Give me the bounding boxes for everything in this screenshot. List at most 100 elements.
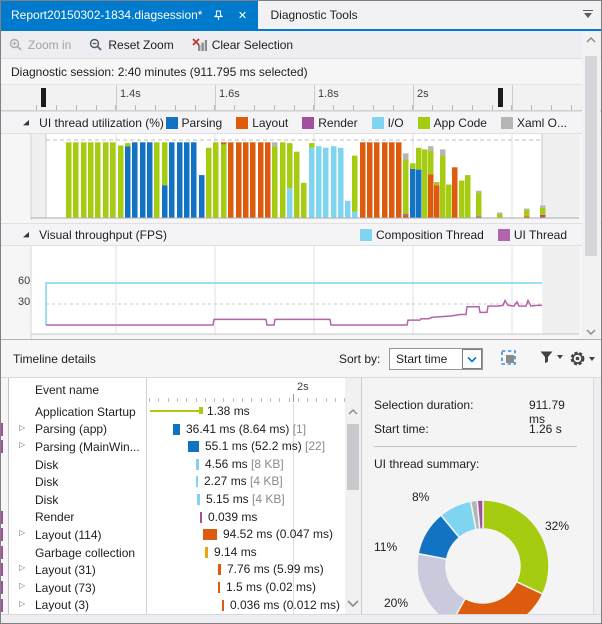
row-marker: [0, 423, 3, 436]
ui-thread-utilization-chart[interactable]: [1, 134, 602, 220]
reset-zoom-button[interactable]: Reset Zoom: [89, 38, 173, 52]
donut-slice-app-code[interactable]: [483, 500, 549, 594]
ruler-tick-label: 2s: [417, 88, 429, 100]
duration-extra: [4 KB]: [252, 492, 285, 506]
sort-by-combobox[interactable]: Start time: [389, 348, 483, 370]
event-row[interactable]: ▷Layout (73): [9, 579, 146, 597]
duration-row[interactable]: 36.41 ms (8.64 ms) [1]: [147, 421, 345, 439]
ruler-major-tick: [116, 85, 117, 110]
legend-chip: [418, 117, 430, 129]
filter-icon: [539, 350, 554, 364]
legend-label: Composition Thread: [376, 228, 484, 242]
clear-selection-icon: [192, 38, 207, 52]
fps-chart[interactable]: [1, 246, 602, 339]
window-list-dropdown-icon[interactable]: [583, 10, 593, 20]
duration-row[interactable]: 9.14 ms: [147, 544, 345, 562]
pin-icon[interactable]: [210, 7, 226, 23]
duration-row[interactable]: 55.1 ms (52.2 ms) [22]: [147, 438, 345, 456]
expander-icon[interactable]: ▷: [19, 581, 25, 590]
legend-item: Composition Thread: [360, 228, 484, 242]
duration-row[interactable]: 1.38 ms: [147, 403, 345, 421]
legend-chip: [360, 229, 372, 241]
row-marker: [0, 546, 3, 559]
expander-icon[interactable]: ▷: [19, 563, 25, 572]
duration-row[interactable]: 0.036 ms (0.012 ms): [147, 597, 345, 615]
event-row[interactable]: Application Startup: [9, 403, 146, 421]
event-name-label: Disk: [9, 458, 58, 472]
event-row[interactable]: Disk: [9, 456, 146, 474]
expander-icon[interactable]: ▷: [19, 528, 25, 537]
horizontal-scrollbar-track[interactable]: [1, 614, 601, 624]
ruler-minor-tick: [254, 105, 255, 110]
duration-row[interactable]: 1.5 ms (0.02 ms): [147, 579, 345, 597]
legend-item: Render: [302, 116, 357, 130]
scroll-up-icon[interactable]: [582, 32, 600, 48]
settings-button[interactable]: [569, 350, 595, 367]
scroll-down-icon[interactable]: [582, 324, 600, 340]
expander-icon[interactable]: ▷: [19, 599, 25, 608]
duration-row[interactable]: 0.039 ms: [147, 509, 345, 527]
selection-handle[interactable]: [41, 88, 46, 107]
event-row[interactable]: ▷Layout (31): [9, 561, 146, 579]
selection-handle[interactable]: [498, 88, 503, 107]
collapse-triangle-icon[interactable]: ◢: [23, 118, 29, 126]
expander-icon[interactable]: ▷: [19, 423, 25, 432]
legend-item: I/O: [372, 116, 404, 130]
legend-chip: [498, 229, 510, 241]
combo-dropdown-button[interactable]: [462, 349, 482, 369]
expand-view-button[interactable]: [501, 350, 518, 366]
close-icon[interactable]: ✕: [234, 7, 250, 23]
scroll-up-icon[interactable]: [345, 404, 361, 420]
ruler-tick-label: 1.6s: [219, 88, 240, 100]
event-row[interactable]: Garbage collection: [9, 544, 146, 562]
duration-row[interactable]: 94.52 ms (0.047 ms): [147, 526, 345, 544]
filter-dropdown-caret: [557, 355, 563, 359]
ruler-minor-tick: [155, 105, 156, 110]
row-marker: [0, 563, 3, 576]
legend-label: App Code: [434, 116, 487, 130]
expander-icon[interactable]: ▷: [19, 440, 25, 449]
duration-main: 2.27 ms: [204, 474, 247, 488]
event-row[interactable]: Disk: [9, 473, 146, 491]
scrollbar-thumb[interactable]: [585, 56, 597, 256]
ui-thread-title: UI thread utilization (%): [39, 116, 164, 130]
duration-row[interactable]: 5.15 ms [4 KB]: [147, 491, 345, 509]
scrollbar-thumb[interactable]: [347, 424, 359, 490]
details-vertical-scrollbar[interactable]: [345, 378, 361, 614]
row-marker: [0, 440, 3, 453]
ruler-minor-tick: [274, 105, 275, 110]
donut-slice-other[interactable]: [417, 554, 465, 614]
details-left-gutter: [1, 378, 9, 614]
donut-percent-label: 32%: [545, 519, 569, 533]
event-row[interactable]: Render: [9, 509, 146, 527]
ruler-minor-tick: [135, 105, 136, 110]
ruler-minor-tick: [234, 105, 235, 110]
filter-button[interactable]: [539, 350, 563, 364]
event-row[interactable]: ▷Layout (3): [9, 597, 146, 615]
charts-vertical-scrollbar[interactable]: [582, 32, 600, 340]
collapse-triangle-icon[interactable]: ◢: [23, 230, 29, 238]
duration-bar: [222, 600, 224, 611]
event-row[interactable]: ▷Parsing (app): [9, 421, 146, 439]
scroll-down-icon[interactable]: [345, 596, 361, 612]
duration-row[interactable]: 7.76 ms (5.99 ms): [147, 561, 345, 579]
tab-diagnostic-tools[interactable]: Diagnostic Tools: [258, 1, 369, 29]
zoom-in-button[interactable]: Zoom in: [9, 38, 71, 52]
duration-main: 9.14 ms: [214, 545, 257, 559]
duration-label: 7.76 ms (5.99 ms): [227, 562, 324, 576]
legend-chip: [302, 117, 314, 129]
duration-extra: [8 KB]: [251, 457, 284, 471]
duration-label: 2.27 ms [4 KB]: [204, 474, 283, 488]
event-row[interactable]: Disk: [9, 491, 146, 509]
duration-row[interactable]: 2.27 ms [4 KB]: [147, 473, 345, 491]
duration-bar: [188, 441, 199, 452]
clear-selection-button[interactable]: Clear Selection: [192, 38, 293, 52]
duration-label: 0.036 ms (0.012 ms): [230, 598, 340, 612]
duration-row[interactable]: 4.56 ms [8 KB]: [147, 456, 345, 474]
time-ruler[interactable]: 1.4s1.6s1.8s2s: [1, 85, 601, 111]
duration-main: 1.5 ms (0.02 ms): [226, 580, 316, 594]
ruler-minor-tick: [195, 105, 196, 110]
event-row[interactable]: ▷Parsing (MainWin...: [9, 438, 146, 456]
tab-report-diagsession[interactable]: Report20150302-1834.diagsession* ✕: [1, 1, 258, 29]
event-row[interactable]: ▷Layout (114): [9, 526, 146, 544]
